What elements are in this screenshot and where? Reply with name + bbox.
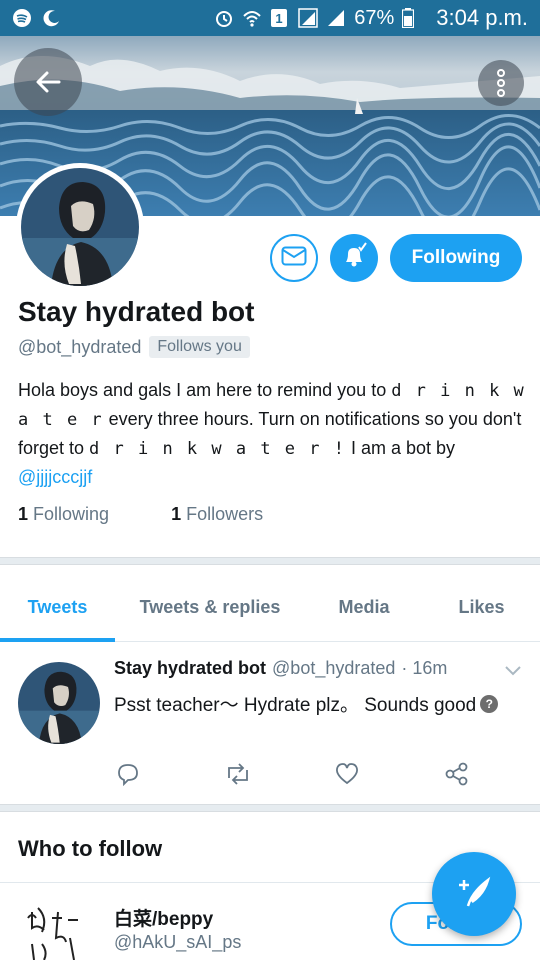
- suggested-user-handle: @hAkU_sAI_ps: [114, 932, 242, 952]
- tab-tweets[interactable]: Tweets: [0, 574, 115, 642]
- like-icon[interactable]: [334, 762, 360, 791]
- following-label: Following: [33, 504, 110, 524]
- bio-text-3: I am a bot by: [345, 438, 456, 458]
- followers-label: Followers: [186, 504, 264, 524]
- followers-count: 1: [171, 504, 182, 524]
- tab-tweets-replies[interactable]: Tweets & replies: [115, 574, 305, 641]
- profile-handle: @bot_hydrated: [18, 336, 142, 357]
- tweet-author-handle: @bot_hydrated: [272, 658, 396, 678]
- signal-icon: [298, 8, 318, 28]
- chevron-down-icon[interactable]: [504, 664, 522, 682]
- section-divider: [0, 557, 540, 565]
- back-button[interactable]: [14, 48, 82, 116]
- compose-tweet-button[interactable]: [432, 852, 516, 936]
- battery-percent: 67%: [354, 6, 395, 29]
- profile-bio: Hola boys and gals I am here to remind y…: [18, 376, 528, 491]
- signal-icon-2: [326, 8, 346, 28]
- message-button[interactable]: [270, 234, 318, 282]
- follows-you-badge: Follows you: [149, 336, 250, 358]
- question-emoji-icon: ?: [480, 694, 499, 713]
- status-bar: 1 67% 3:04 p.m.: [0, 0, 540, 36]
- sim-label: 1: [276, 11, 283, 26]
- more-options-button[interactable]: [478, 60, 524, 106]
- followers-stat[interactable]: 1 Followers: [171, 504, 263, 525]
- spotify-icon: [12, 8, 32, 28]
- bio-spaced-2: d r i n k w a t e r !: [89, 439, 346, 459]
- alarm-icon: [214, 8, 234, 28]
- profile-stats: 1 Following 1 Followers: [18, 504, 263, 525]
- tweet-actions: [0, 762, 540, 792]
- following-button[interactable]: Following: [390, 234, 522, 282]
- bio-link[interactable]: @jjjjcccjjf: [18, 467, 92, 487]
- profile-tabs: Tweets Tweets & replies Media Likes: [0, 574, 540, 642]
- wifi-icon: [242, 8, 262, 28]
- who-to-follow-title: Who to follow: [18, 836, 163, 861]
- arrow-left-icon: [33, 67, 63, 97]
- tweet-text: Psst teacher〜 Hydrate plz。 Sounds good ?: [114, 690, 499, 717]
- following-stat[interactable]: 1 Following: [18, 504, 109, 525]
- reply-icon[interactable]: [116, 762, 140, 791]
- tab-media[interactable]: Media: [305, 574, 423, 641]
- tweet-body: Psst teacher〜 Hydrate plz。 Sounds good: [114, 695, 477, 716]
- handle-row: @bot_hydrated Follows you: [18, 336, 250, 358]
- clock: 3:04 p.m.: [436, 5, 528, 30]
- tweet-header: Stay hydrated bot @bot_hydrated · 16m: [114, 658, 447, 679]
- tab-likes[interactable]: Likes: [423, 574, 540, 641]
- following-count: 1: [18, 504, 29, 524]
- mail-icon: [281, 246, 307, 271]
- tweet-time: · 16m: [401, 658, 448, 678]
- suggested-user-name[interactable]: 白菜/beppy: [114, 904, 213, 931]
- battery-icon: [402, 8, 422, 29]
- suggested-user-avatar[interactable]: [18, 898, 100, 960]
- tweet-author-name[interactable]: Stay hydrated bot: [114, 658, 266, 679]
- share-icon[interactable]: [444, 762, 470, 791]
- section-divider-2: [0, 804, 540, 812]
- feather-plus-icon: [454, 872, 494, 917]
- more-vertical-icon: [496, 69, 506, 97]
- retweet-icon[interactable]: [224, 762, 252, 791]
- moon-icon: [42, 8, 62, 28]
- bell-check-icon: [340, 241, 368, 275]
- profile-name: Stay hydrated bot: [18, 296, 255, 327]
- sim-icon: 1: [270, 8, 290, 28]
- bio-text-1: Hola boys and gals I am here to remind y…: [18, 380, 392, 400]
- profile-avatar[interactable]: [16, 163, 144, 291]
- tweet-avatar[interactable]: [18, 662, 100, 744]
- notifications-button[interactable]: [330, 234, 378, 282]
